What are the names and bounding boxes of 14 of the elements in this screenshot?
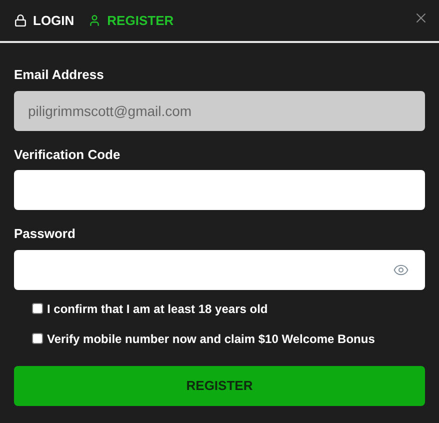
checkbox[interactable]	[32, 303, 43, 314]
input-field[interactable]	[14, 170, 425, 210]
checkbox-label: Verify mobile number now and claim $10 Welcome Bonus	[47, 330, 375, 348]
field-label: Email Address	[14, 66, 105, 84]
checkbox[interactable]	[32, 333, 43, 344]
register-button[interactable]: REGISTER	[14, 366, 425, 406]
field-label: Verification Code	[14, 146, 122, 164]
field-label: Password	[14, 225, 76, 243]
user-icon	[88, 14, 102, 27]
checkbox-label: I confirm that I am at least 18 years old	[47, 300, 268, 318]
tab[interactable]: LOGIN	[14, 10, 74, 30]
input-field[interactable]	[14, 250, 425, 290]
lock-icon	[14, 14, 27, 27]
tab[interactable]: REGISTER	[88, 10, 174, 30]
